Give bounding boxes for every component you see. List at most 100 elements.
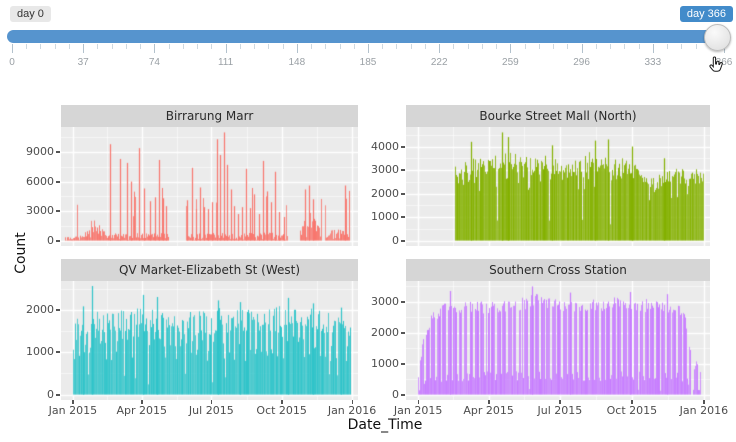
slider-handle[interactable] (704, 24, 731, 51)
app: day 0 day 366 03774111148185222259296333… (0, 0, 736, 442)
slider-tick (681, 44, 682, 49)
slider-tick (211, 44, 212, 49)
slider-tick-label: 37 (78, 57, 89, 68)
slider-tick-label: 333 (644, 57, 661, 68)
x-tick-label: Apr 2015 (116, 405, 167, 417)
slider-tick (610, 44, 611, 49)
slider-tick (567, 44, 568, 49)
slider-tick (482, 44, 483, 49)
x-tick-label: Apr 2015 (463, 405, 514, 417)
y-tick-mark (401, 394, 405, 396)
slider-tick (325, 44, 326, 49)
x-tick-mark (418, 400, 420, 404)
slider-tick (183, 44, 184, 49)
slider-tick (582, 44, 583, 53)
x-tick-mark (559, 400, 561, 404)
slider-tick (496, 44, 497, 49)
slider-tick-label: 222 (431, 57, 448, 68)
slider-tick (254, 44, 255, 49)
slider-tick (69, 44, 70, 49)
y-tick-label: 0 (353, 235, 399, 247)
slider-tick-label: 148 (288, 57, 305, 68)
y-tick-mark (56, 181, 60, 183)
slider-tick (425, 44, 426, 49)
y-tick-label: 0 (8, 235, 54, 247)
y-tick-mark (56, 309, 60, 311)
y-tick-mark (401, 363, 405, 365)
x-tick-label: Jan 2016 (328, 405, 376, 417)
x-tick-label: Jan 2015 (394, 405, 442, 417)
slider-tick-label: 74 (149, 57, 160, 68)
facet-chart-bourke-street-mall[interactable] (406, 127, 710, 246)
x-tick-mark (631, 400, 633, 404)
x-axis-title: Date_Time (348, 417, 423, 433)
slider-tick (226, 44, 227, 53)
slider-tick (439, 44, 440, 53)
slider-tick (154, 44, 155, 53)
facet-chart-birrarung-marr[interactable] (61, 127, 358, 246)
slider-tick (97, 44, 98, 49)
slider-tick (26, 44, 27, 49)
slider-tick (340, 44, 341, 49)
slider-grid: 03774111148185222259296333366 (12, 44, 724, 74)
slider-value-badge: day 366 (680, 6, 733, 22)
slider-tick (396, 44, 397, 49)
facet-chart-southern-cross[interactable] (406, 281, 710, 400)
x-tick-mark (141, 400, 143, 404)
slider-tick (539, 44, 540, 49)
slider-tick (297, 44, 298, 53)
slider-tick-label: 296 (573, 57, 590, 68)
y-tick-label: 2000 (8, 304, 54, 316)
slider-tick (354, 44, 355, 49)
x-tick-label: Oct 2015 (256, 405, 307, 417)
slider-tick (40, 44, 41, 49)
x-tick-label: Jul 2015 (189, 405, 234, 417)
slider-tick (169, 44, 170, 49)
facet-title: Bourke Street Mall (North) (479, 109, 636, 123)
facet-strip-southern-cross: Southern Cross Station (406, 259, 710, 281)
x-tick-label: Jan 2015 (49, 405, 97, 417)
y-tick-label: 3000 (8, 205, 54, 217)
x-tick-mark (488, 400, 490, 404)
y-tick-mark (401, 146, 405, 148)
slider-tick-label: 0 (9, 57, 15, 68)
slider-track[interactable] (7, 30, 729, 43)
y-tick-label: 0 (353, 389, 399, 401)
slider-tick (525, 44, 526, 49)
facet-strip-qv-market: QV Market-Elizabeth St (West) (61, 259, 358, 281)
facet-title: Birrarung Marr (166, 109, 254, 123)
x-tick-mark (281, 400, 283, 404)
mouse-cursor-icon (706, 55, 728, 77)
y-tick-mark (401, 332, 405, 334)
facet-chart-qv-market[interactable] (61, 281, 358, 400)
slider-tick (12, 44, 13, 53)
slider-tick (468, 44, 469, 49)
y-tick-label: 0 (8, 389, 54, 401)
slider-tick (83, 44, 84, 53)
slider-tick-label: 111 (218, 57, 233, 68)
slider-tick (126, 44, 127, 49)
slider-tick (639, 44, 640, 49)
y-tick-mark (401, 240, 405, 242)
y-tick-mark (401, 216, 405, 218)
y-tick-mark (56, 210, 60, 212)
slider-tick (624, 44, 625, 49)
x-tick-label: Oct 2015 (607, 405, 658, 417)
slider-tick (553, 44, 554, 49)
y-tick-mark (401, 301, 405, 303)
slider-tick-label: 185 (360, 57, 377, 68)
slider-tick (268, 44, 269, 49)
y-tick-label: 3000 (353, 296, 399, 308)
y-tick-label: 3000 (353, 164, 399, 176)
slider-tick (382, 44, 383, 49)
facet-title: Southern Cross Station (489, 263, 627, 277)
slider-tick (596, 44, 597, 49)
slider-tick (510, 44, 511, 53)
slider-tick (368, 44, 369, 53)
y-tick-mark (56, 151, 60, 153)
slider-tick (112, 44, 113, 49)
slider-tick (453, 44, 454, 49)
x-tick-mark (72, 400, 74, 404)
facet-strip-birrarung-marr: Birrarung Marr (61, 105, 358, 127)
slider-tick (311, 44, 312, 49)
